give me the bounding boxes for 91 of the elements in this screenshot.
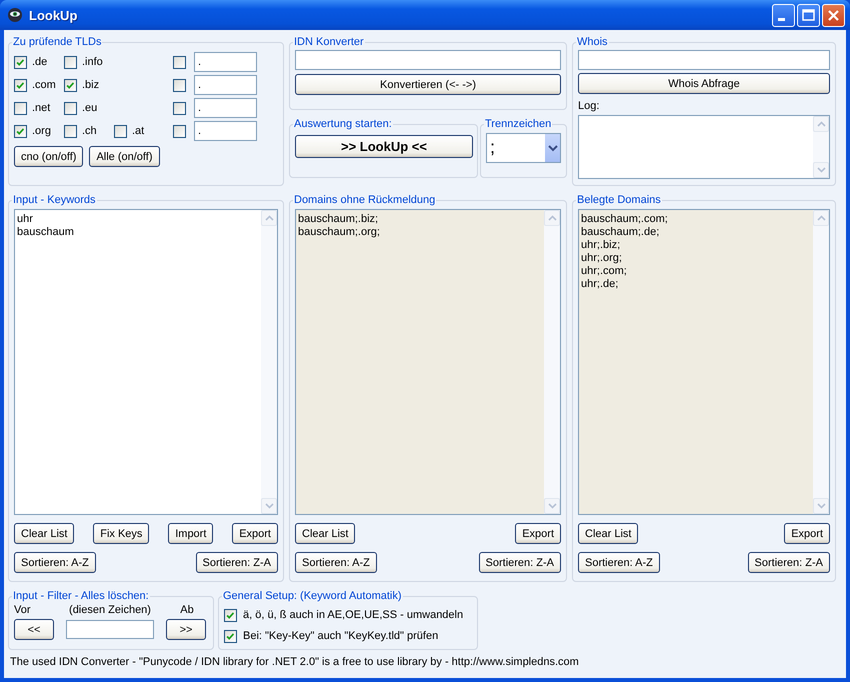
minimize-icon bbox=[778, 18, 785, 20]
checkbox[interactable] bbox=[14, 78, 27, 92]
text-area[interactable]: bauschaum;.com; bauschaum;.de; uhr;.biz; uhr;.org; uhr;.com; uhr;.de; bbox=[578, 209, 830, 515]
button[interactable]: Sortieren: A-Z bbox=[14, 552, 96, 573]
list-line: uhr bbox=[17, 213, 34, 226]
checkbox-label: .com bbox=[32, 79, 56, 91]
input-field[interactable]: . bbox=[194, 98, 257, 118]
list-line: uhr;.biz; bbox=[581, 239, 622, 252]
text-area[interactable]: bauschaum;.biz; bauschaum;.org; bbox=[295, 209, 561, 515]
group-title: Belegte Domains bbox=[576, 194, 662, 206]
button[interactable]: Import bbox=[168, 523, 214, 544]
list-line: bauschaum;.de; bbox=[581, 226, 660, 239]
group-title: Domains ohne Rückmeldung bbox=[293, 194, 436, 206]
maximize-button[interactable] bbox=[797, 4, 820, 26]
input-field[interactable] bbox=[66, 620, 154, 639]
checkbox-label: .org bbox=[32, 125, 51, 137]
checkbox[interactable] bbox=[14, 124, 27, 138]
list-line: uhr;.de; bbox=[581, 278, 620, 291]
group-title: Zu prüfende TLDs bbox=[12, 36, 102, 48]
input-field[interactable]: . bbox=[194, 75, 257, 95]
chevron-down-icon bbox=[548, 144, 558, 152]
checkbox[interactable] bbox=[14, 102, 27, 114]
minimize-button[interactable] bbox=[772, 4, 795, 26]
button[interactable]: Clear List bbox=[14, 523, 74, 544]
dropdown[interactable]: ; bbox=[486, 133, 561, 163]
group-title: Whois bbox=[576, 36, 609, 48]
button[interactable]: Fix Keys bbox=[93, 523, 150, 544]
log-area[interactable] bbox=[578, 115, 830, 179]
checkbox[interactable] bbox=[114, 124, 127, 138]
window-title: LookUp bbox=[29, 8, 78, 22]
field-label: Ab bbox=[179, 604, 195, 616]
checkbox-label: .biz bbox=[82, 79, 100, 91]
group-title: Trennzeichen bbox=[484, 118, 552, 130]
input-field[interactable]: . bbox=[194, 121, 257, 141]
text-area[interactable]: uhr bauschaum bbox=[14, 209, 278, 515]
button[interactable]: Konvertieren (<- ->) bbox=[295, 74, 561, 95]
list-line: bauschaum;.biz; bbox=[298, 213, 380, 226]
checkbox-label: .net bbox=[32, 102, 50, 114]
group-title: General Setup: (Keyword Automatik) bbox=[222, 590, 403, 602]
button[interactable]: Export bbox=[515, 523, 561, 544]
list-line: uhr;.org; bbox=[581, 252, 623, 265]
button[interactable]: Sortieren: A-Z bbox=[578, 552, 660, 573]
field-label: (diesen Zeichen) bbox=[68, 604, 152, 616]
button[interactable]: Sortieren: Z-A bbox=[748, 552, 830, 573]
button[interactable]: Sortieren: A-Z bbox=[295, 552, 377, 573]
button[interactable]: Clear List bbox=[578, 523, 638, 544]
close-button[interactable] bbox=[822, 4, 845, 26]
eye-icon bbox=[7, 7, 23, 23]
field-label: Vor bbox=[14, 604, 32, 616]
checkbox-label: ä, ö, ü, ß auch in AE,OE,UE,SS - umwandeln bbox=[243, 609, 464, 621]
checkbox[interactable] bbox=[64, 56, 77, 68]
checkbox[interactable] bbox=[14, 56, 27, 68]
group-title: Input - Keywords bbox=[12, 194, 97, 206]
input-field[interactable] bbox=[295, 50, 561, 70]
button[interactable]: Export bbox=[232, 523, 278, 544]
footer-text: The used IDN Converter - "Punycode / IDN library for .NET 2.0" is a free to use library by - http://www.simpledns.com bbox=[9, 656, 580, 668]
button[interactable]: Alle (on/off) bbox=[89, 146, 160, 167]
checkbox[interactable] bbox=[224, 630, 237, 642]
checkbox[interactable] bbox=[64, 78, 77, 92]
button[interactable]: Clear List bbox=[295, 523, 356, 544]
group-title: IDN Konverter bbox=[293, 36, 365, 48]
button[interactable]: << bbox=[14, 619, 54, 640]
field-label: Log: bbox=[578, 100, 600, 112]
button[interactable]: cno (on/off) bbox=[14, 146, 84, 167]
list-line: bauschaum;.com; bbox=[581, 213, 669, 226]
button[interactable]: >> bbox=[166, 619, 206, 640]
checkbox-label: Bei: "Key-Key" auch "KeyKey.tld" prüfen bbox=[243, 630, 438, 642]
checkbox[interactable] bbox=[173, 78, 186, 92]
input-field[interactable]: . bbox=[194, 52, 257, 72]
checkbox-label: .ch bbox=[82, 125, 97, 137]
checkbox[interactable] bbox=[64, 124, 77, 138]
checkbox-label: .eu bbox=[82, 102, 98, 114]
button[interactable]: Sortieren: Z-A bbox=[478, 552, 561, 573]
checkbox-label: .info bbox=[82, 56, 103, 68]
list-line: bauschaum;.org; bbox=[298, 226, 381, 239]
list-line: uhr;.com; bbox=[581, 265, 628, 278]
checkbox-label: .at bbox=[132, 125, 144, 137]
checkbox-label: .de bbox=[32, 56, 48, 68]
button[interactable]: Whois Abfrage bbox=[578, 73, 830, 94]
button[interactable]: Sortieren: Z-A bbox=[196, 552, 278, 573]
group-title: Auswertung starten: bbox=[293, 118, 393, 130]
checkbox[interactable] bbox=[224, 608, 237, 622]
checkbox[interactable] bbox=[64, 102, 77, 114]
input-field[interactable] bbox=[578, 50, 830, 70]
checkbox[interactable] bbox=[173, 102, 186, 114]
list-line: bauschaum bbox=[17, 226, 75, 239]
button[interactable]: Export bbox=[784, 523, 830, 544]
checkbox[interactable] bbox=[173, 124, 186, 138]
checkbox[interactable] bbox=[173, 56, 186, 68]
button[interactable]: >> LookUp << bbox=[295, 135, 473, 158]
group-title: Input - Filter - Alles löschen: bbox=[12, 590, 150, 602]
